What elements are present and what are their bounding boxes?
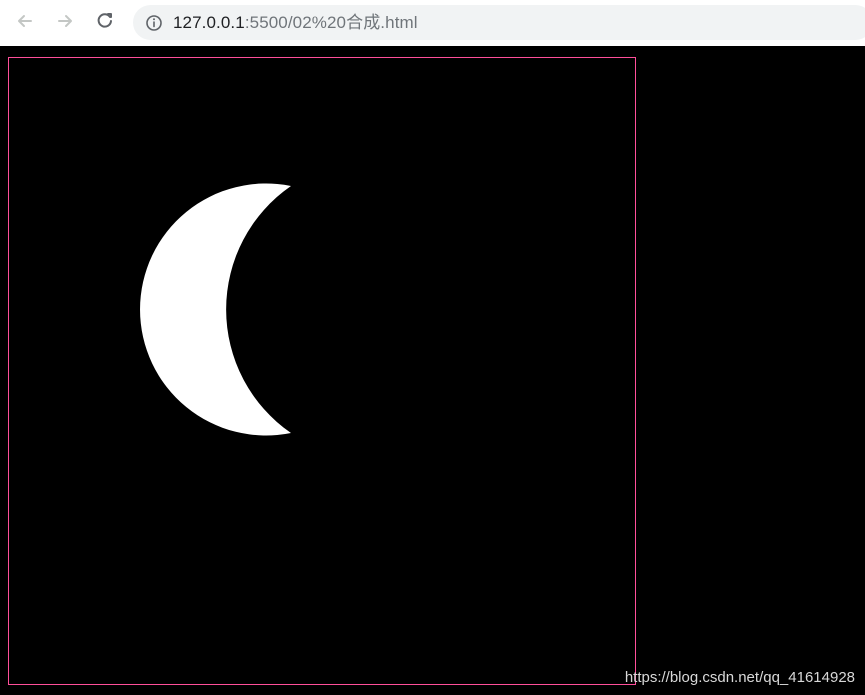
watermark-text: https://blog.csdn.net/qq_41614928 xyxy=(624,669,855,686)
drawing-canvas xyxy=(8,57,636,685)
info-icon[interactable] xyxy=(145,14,163,32)
url-text[interactable]: 127.0.0.1:5500/02%20合成.html xyxy=(173,14,418,31)
url-host: 127.0.0.1 xyxy=(173,13,245,32)
crescent-moon-shape xyxy=(140,183,291,436)
page-content: https://blog.csdn.net/qq_41614928 xyxy=(0,46,865,695)
browser-toolbar: 127.0.0.1:5500/02%20合成.html xyxy=(0,0,865,46)
address-bar[interactable]: 127.0.0.1:5500/02%20合成.html xyxy=(133,5,865,40)
moon-drawing xyxy=(140,183,291,436)
reload-button[interactable] xyxy=(93,11,117,35)
arrow-left-icon xyxy=(15,11,35,36)
reload-icon xyxy=(95,11,115,36)
forward-button[interactable] xyxy=(53,11,77,35)
url-path: :5500/02%20合成.html xyxy=(244,13,418,32)
back-button[interactable] xyxy=(13,11,37,35)
arrow-right-icon xyxy=(55,11,75,36)
